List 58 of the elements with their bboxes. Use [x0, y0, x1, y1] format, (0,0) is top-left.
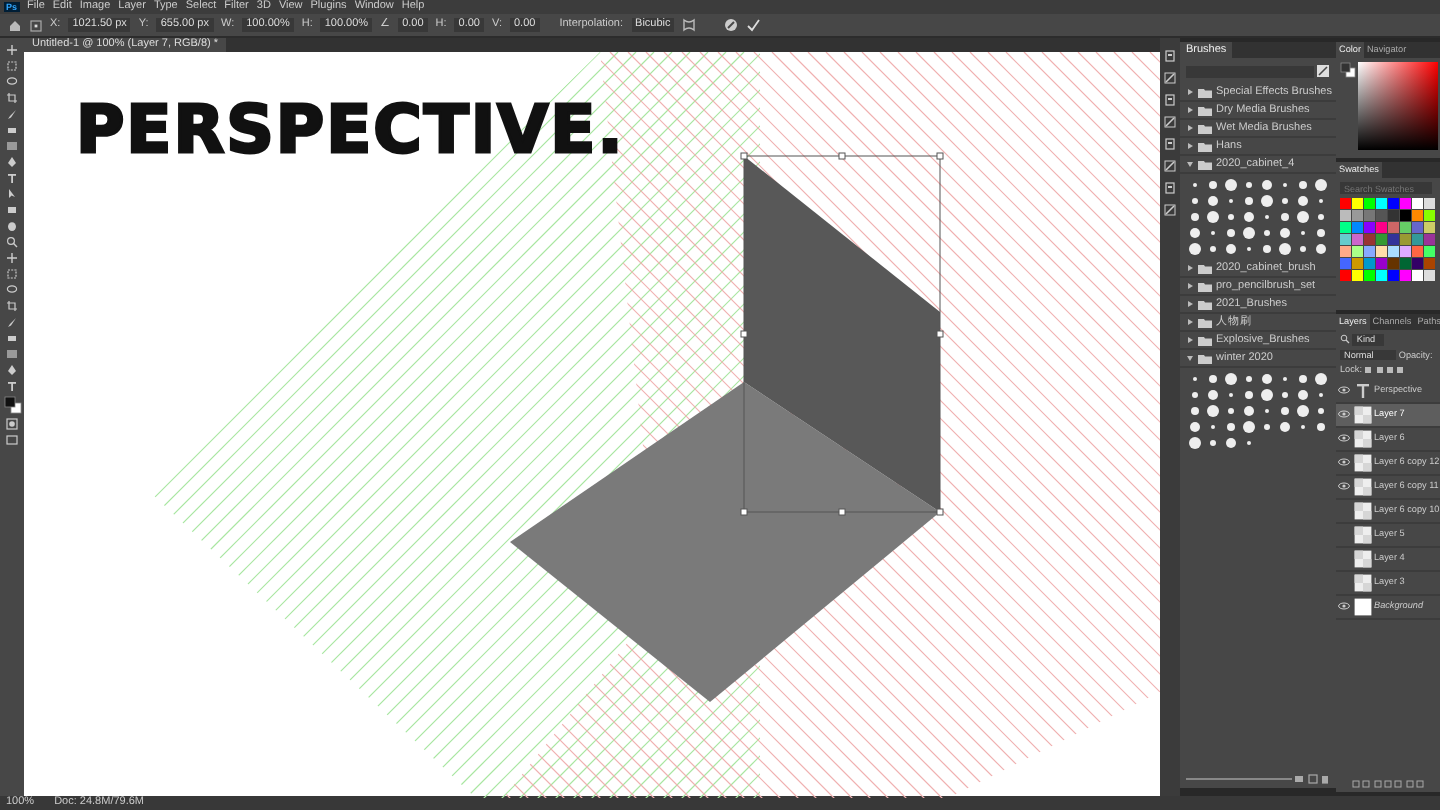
- warp-icon[interactable]: [682, 18, 697, 32]
- path-select-icon[interactable]: [6, 188, 18, 200]
- eye-icon[interactable]: [1338, 458, 1350, 466]
- layer-thumbnail: [1353, 573, 1371, 591]
- brush-icon[interactable]: [6, 316, 18, 328]
- floor-shape[interactable]: [510, 382, 940, 702]
- eye-icon[interactable]: [1338, 386, 1350, 394]
- caret-icon[interactable]: [1186, 142, 1194, 150]
- move-icon[interactable]: [6, 44, 18, 56]
- caret-icon[interactable]: [1186, 336, 1194, 344]
- caret-icon[interactable]: [1186, 354, 1194, 362]
- lasso-icon[interactable]: [6, 76, 18, 88]
- layer-thumbnail: [1353, 405, 1371, 423]
- reference-point-icon[interactable]: [30, 19, 42, 31]
- crop-icon[interactable]: [6, 92, 18, 104]
- quick-mask-icon[interactable]: [6, 418, 18, 430]
- screen-mode-icon[interactable]: [6, 434, 18, 446]
- input-field[interactable]: [1186, 65, 1314, 77]
- color-field[interactable]: [1358, 62, 1439, 150]
- zoom-icon[interactable]: [6, 236, 18, 248]
- layer-thumbnail: [1353, 525, 1371, 543]
- cancel-icon[interactable]: [724, 18, 739, 32]
- caret-icon[interactable]: [1186, 88, 1194, 96]
- move-icon[interactable]: [6, 252, 18, 264]
- layer-thumbnail: [1353, 477, 1371, 495]
- rectangle-icon[interactable]: [6, 204, 18, 216]
- search-icon: [1340, 334, 1350, 345]
- text-tool-icon[interactable]: [6, 380, 18, 392]
- lasso-icon[interactable]: [6, 284, 18, 296]
- eye-icon[interactable]: [1338, 410, 1350, 418]
- layer-thumbnail: [1353, 453, 1371, 471]
- layer-thumbnail: [1353, 597, 1371, 615]
- layer-thumbnail: [1353, 429, 1371, 447]
- eye-icon[interactable]: [1338, 482, 1350, 490]
- caret-icon[interactable]: [1186, 300, 1194, 308]
- caret-icon[interactable]: [1186, 160, 1194, 168]
- new-brush-icon[interactable]: [1316, 64, 1330, 78]
- caret-icon[interactable]: [1186, 318, 1194, 326]
- layer-thumbnail: [1353, 501, 1371, 519]
- text-layer-icon: [1353, 381, 1371, 399]
- layer-thumbnail: [1353, 549, 1371, 567]
- crop-icon[interactable]: [6, 300, 18, 312]
- commit-check-icon[interactable]: [746, 18, 761, 32]
- caret-icon[interactable]: [1186, 106, 1194, 114]
- canvas-heading: PERSPECTIVE.: [76, 96, 625, 162]
- caret-icon[interactable]: [1186, 124, 1194, 132]
- text-tool-icon[interactable]: [6, 172, 18, 184]
- caret-icon[interactable]: [1186, 264, 1194, 272]
- eye-icon[interactable]: [1338, 434, 1350, 442]
- marquee-icon[interactable]: [6, 60, 18, 72]
- swatches-grid[interactable]: [1340, 198, 1436, 282]
- color-swatches-icon[interactable]: [3, 396, 21, 414]
- eye-icon[interactable]: [1338, 602, 1350, 610]
- color-swatches-icon[interactable]: [1340, 62, 1356, 78]
- home-icon[interactable]: [8, 18, 22, 32]
- brush-icon[interactable]: [6, 108, 18, 120]
- caret-icon[interactable]: [1186, 282, 1194, 290]
- marquee-icon[interactable]: [6, 268, 18, 280]
